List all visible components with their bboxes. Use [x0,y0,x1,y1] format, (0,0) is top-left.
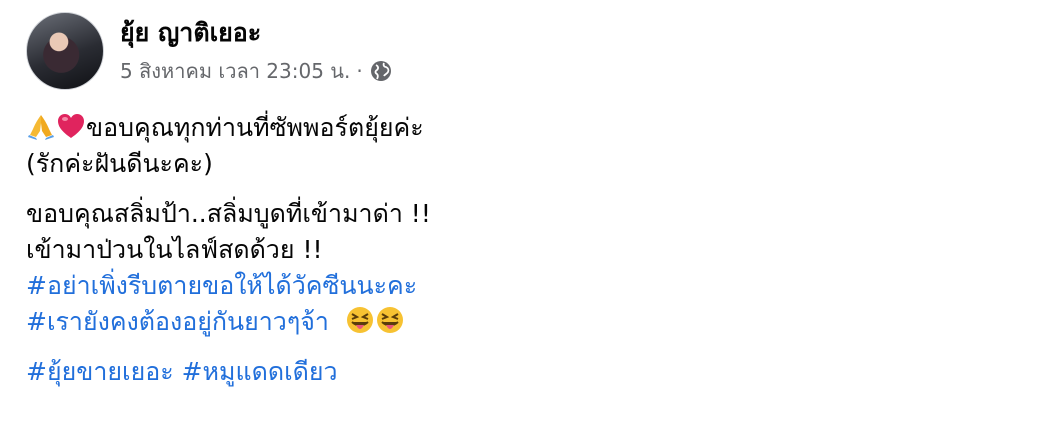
line-love: (รักค่ะฝันดีนะคะ) [26,149,213,178]
line-message-2: เข้ามาป่วนในไลฟ์สดด้วย !! [26,235,323,264]
globe-icon[interactable] [369,59,393,83]
folded-hands-icon [28,115,54,140]
post-timestamp[interactable]: 5 สิงหาคม เวลา 23:05 น. [120,56,350,86]
thanks-text: ขอบคุณทุกท่านที่ซัพพอร์ตยุ้ยค่ะ [86,113,424,142]
paragraph-tags: #ยุ้ยขายเยอะ #หมูแดดเดียว [26,354,1026,390]
paragraph-message: ขอบคุณสลิ่มป้า..สลิ่มบูดที่เข้ามาด่า !! … [26,196,1026,340]
hashtag-link[interactable]: #อย่าเพิ่งรีบตายขอให้ได้วัคซีนนะคะ [26,271,417,300]
facebook-post: ยุ้ย ญาติเยอะ 5 สิงหาคม เวลา 23:05 น. · [0,0,1062,422]
paragraph-thanks: ขอบคุณทุกท่านที่ซัพพอร์ตยุ้ยค่ะ (รักค่ะฝ… [26,110,1026,182]
post-body: ขอบคุณทุกท่านที่ซัพพอร์ตยุ้ยค่ะ (รักค่ะฝ… [26,110,1026,390]
hashtag-link[interactable]: #หมูแดดเดียว [182,357,338,386]
separator-dot: · [356,59,363,83]
author-name[interactable]: ยุ้ย ญาติเยอะ [120,16,393,50]
post-meta: ยุ้ย ญาติเยอะ 5 สิงหาคม เวลา 23:05 น. · [120,12,393,86]
post-header: ยุ้ย ญาติเยอะ 5 สิงหาคม เวลา 23:05 น. · [26,12,393,90]
avatar[interactable] [26,12,104,90]
red-heart-icon [58,114,84,138]
squinting-tongue-face-icon [346,307,373,333]
squinting-tongue-face-icon [376,307,403,333]
line-thanks: ขอบคุณทุกท่านที่ซัพพอร์ตยุ้ยค่ะ [26,110,1026,146]
line-message-1: ขอบคุณสลิ่มป้า..สลิ่มบูดที่เข้ามาด่า !! [26,199,431,228]
post-timeline: 5 สิงหาคม เวลา 23:05 น. · [120,56,393,86]
hashtag-link[interactable]: #ยุ้ยขายเยอะ [26,357,174,386]
hashtag-link[interactable]: #เรายังคงต้องอยู่กันยาวๆจ้า [26,307,329,336]
